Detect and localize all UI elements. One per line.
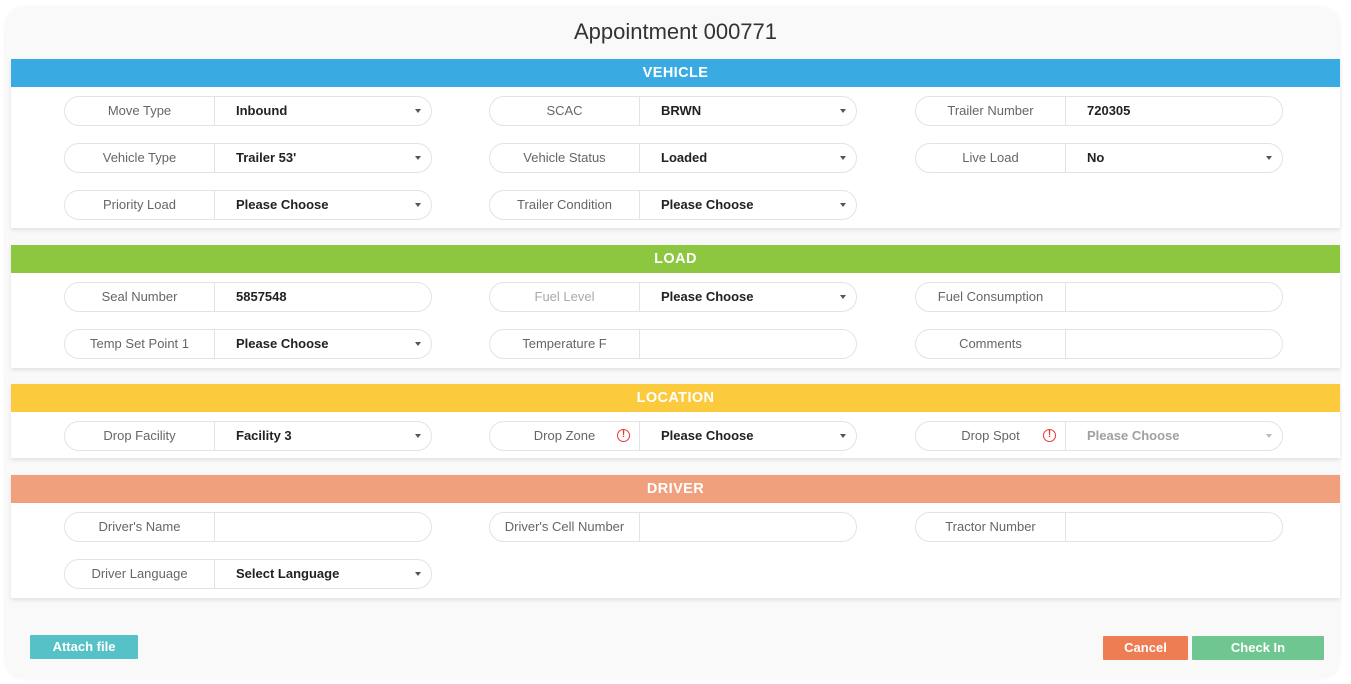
drop-zone-label: Drop Zone	[533, 428, 596, 443]
drivers-name-input[interactable]	[215, 513, 431, 541]
tractor-number-field[interactable]: Tractor Number	[915, 512, 1283, 542]
comments-field[interactable]: Comments	[915, 329, 1283, 359]
fuel-consumption-input[interactable]	[1066, 283, 1282, 311]
seal-number-label: Seal Number	[65, 283, 215, 311]
driver-language-value[interactable]: Select Language	[215, 560, 431, 588]
temp-set-point-select[interactable]: Temp Set Point 1 Please Choose	[64, 329, 432, 359]
exclamation-circle-icon: !	[1043, 429, 1056, 442]
caret-down-icon	[415, 109, 421, 113]
drivers-cell-input[interactable]	[640, 513, 856, 541]
location-section-header: LOCATION	[11, 384, 1340, 412]
check-in-button[interactable]: Check In	[1192, 636, 1324, 660]
fuel-level-select[interactable]: Fuel Level Please Choose	[489, 282, 857, 312]
trailer-condition-label: Trailer Condition	[490, 191, 640, 219]
location-section: LOCATION Drop Facility Facility 3 Drop Z…	[11, 384, 1340, 458]
load-section: LOAD Seal Number 5857548 Fuel Level Plea…	[11, 245, 1340, 368]
exclamation-circle-icon: !	[617, 429, 630, 442]
caret-down-icon	[415, 434, 421, 438]
priority-load-label: Priority Load	[65, 191, 215, 219]
drop-spot-select[interactable]: Drop Spot! Please Choose	[915, 421, 1283, 451]
temperature-label: Temperature F	[490, 330, 640, 358]
caret-down-icon	[415, 342, 421, 346]
tractor-number-label: Tractor Number	[916, 513, 1066, 541]
fuel-consumption-label: Fuel Consumption	[916, 283, 1066, 311]
comments-label: Comments	[916, 330, 1066, 358]
vehicle-status-select[interactable]: Vehicle Status Loaded	[489, 143, 857, 173]
drop-zone-value[interactable]: Please Choose	[640, 422, 856, 450]
drivers-name-field[interactable]: Driver's Name	[64, 512, 432, 542]
move-type-label: Move Type	[65, 97, 215, 125]
priority-load-select[interactable]: Priority Load Please Choose	[64, 190, 432, 220]
caret-down-icon	[840, 109, 846, 113]
caret-down-icon	[1266, 156, 1272, 160]
temp-set-point-value[interactable]: Please Choose	[215, 330, 431, 358]
drop-facility-value[interactable]: Facility 3	[215, 422, 431, 450]
tractor-number-input[interactable]	[1066, 513, 1282, 541]
trailer-number-field[interactable]: Trailer Number 720305	[915, 96, 1283, 126]
fuel-level-value[interactable]: Please Choose	[640, 283, 856, 311]
priority-load-value[interactable]: Please Choose	[215, 191, 431, 219]
vehicle-type-value[interactable]: Trailer 53'	[215, 144, 431, 172]
vehicle-section: VEHICLE Move Type Inbound SCAC BRWN Trai…	[11, 59, 1340, 228]
attach-file-button[interactable]: Attach file	[30, 635, 138, 659]
load-section-header: LOAD	[11, 245, 1340, 273]
caret-down-icon	[840, 203, 846, 207]
cancel-button[interactable]: Cancel	[1103, 636, 1188, 660]
live-load-select[interactable]: Live Load No	[915, 143, 1283, 173]
temp-set-point-label: Temp Set Point 1	[65, 330, 215, 358]
driver-language-select[interactable]: Driver Language Select Language	[64, 559, 432, 589]
trailer-condition-value[interactable]: Please Choose	[640, 191, 856, 219]
seal-number-field[interactable]: Seal Number 5857548	[64, 282, 432, 312]
trailer-number-input[interactable]: 720305	[1066, 97, 1282, 125]
driver-section-header: DRIVER	[11, 475, 1340, 503]
caret-down-icon	[415, 203, 421, 207]
move-type-value[interactable]: Inbound	[215, 97, 431, 125]
drop-zone-select[interactable]: Drop Zone! Please Choose	[489, 421, 857, 451]
scac-select[interactable]: SCAC BRWN	[489, 96, 857, 126]
caret-down-icon	[415, 156, 421, 160]
scac-value[interactable]: BRWN	[640, 97, 856, 125]
page-title: Appointment 000771	[573, 19, 778, 44]
drivers-name-label: Driver's Name	[65, 513, 215, 541]
vehicle-status-value[interactable]: Loaded	[640, 144, 856, 172]
live-load-value[interactable]: No	[1066, 144, 1282, 172]
vehicle-status-label: Vehicle Status	[490, 144, 640, 172]
driver-section: DRIVER Driver's Name Driver's Cell Numbe…	[11, 475, 1340, 598]
caret-down-icon	[840, 156, 846, 160]
live-load-label: Live Load	[916, 144, 1066, 172]
drop-zone-label-cell: Drop Zone!	[490, 422, 640, 450]
caret-down-icon	[415, 572, 421, 576]
vehicle-section-header: VEHICLE	[11, 59, 1340, 87]
caret-down-icon	[840, 434, 846, 438]
trailer-condition-select[interactable]: Trailer Condition Please Choose	[489, 190, 857, 220]
caret-down-icon	[1266, 434, 1272, 438]
fuel-level-label: Fuel Level	[490, 283, 640, 311]
driver-language-label: Driver Language	[65, 560, 215, 588]
drop-spot-label: Drop Spot	[961, 428, 1020, 443]
seal-number-input[interactable]: 5857548	[215, 283, 431, 311]
drop-spot-label-cell: Drop Spot!	[916, 422, 1066, 450]
vehicle-type-select[interactable]: Vehicle Type Trailer 53'	[64, 143, 432, 173]
drop-spot-value[interactable]: Please Choose	[1066, 422, 1282, 450]
comments-input[interactable]	[1066, 330, 1282, 358]
move-type-select[interactable]: Move Type Inbound	[64, 96, 432, 126]
drivers-cell-field[interactable]: Driver's Cell Number	[489, 512, 857, 542]
drivers-cell-label: Driver's Cell Number	[490, 513, 640, 541]
temperature-field[interactable]: Temperature F	[489, 329, 857, 359]
fuel-consumption-field[interactable]: Fuel Consumption	[915, 282, 1283, 312]
temperature-input[interactable]	[640, 330, 856, 358]
scac-label: SCAC	[490, 97, 640, 125]
drop-facility-select[interactable]: Drop Facility Facility 3	[64, 421, 432, 451]
caret-down-icon	[840, 295, 846, 299]
vehicle-type-label: Vehicle Type	[65, 144, 215, 172]
drop-facility-label: Drop Facility	[65, 422, 215, 450]
trailer-number-label: Trailer Number	[916, 97, 1066, 125]
